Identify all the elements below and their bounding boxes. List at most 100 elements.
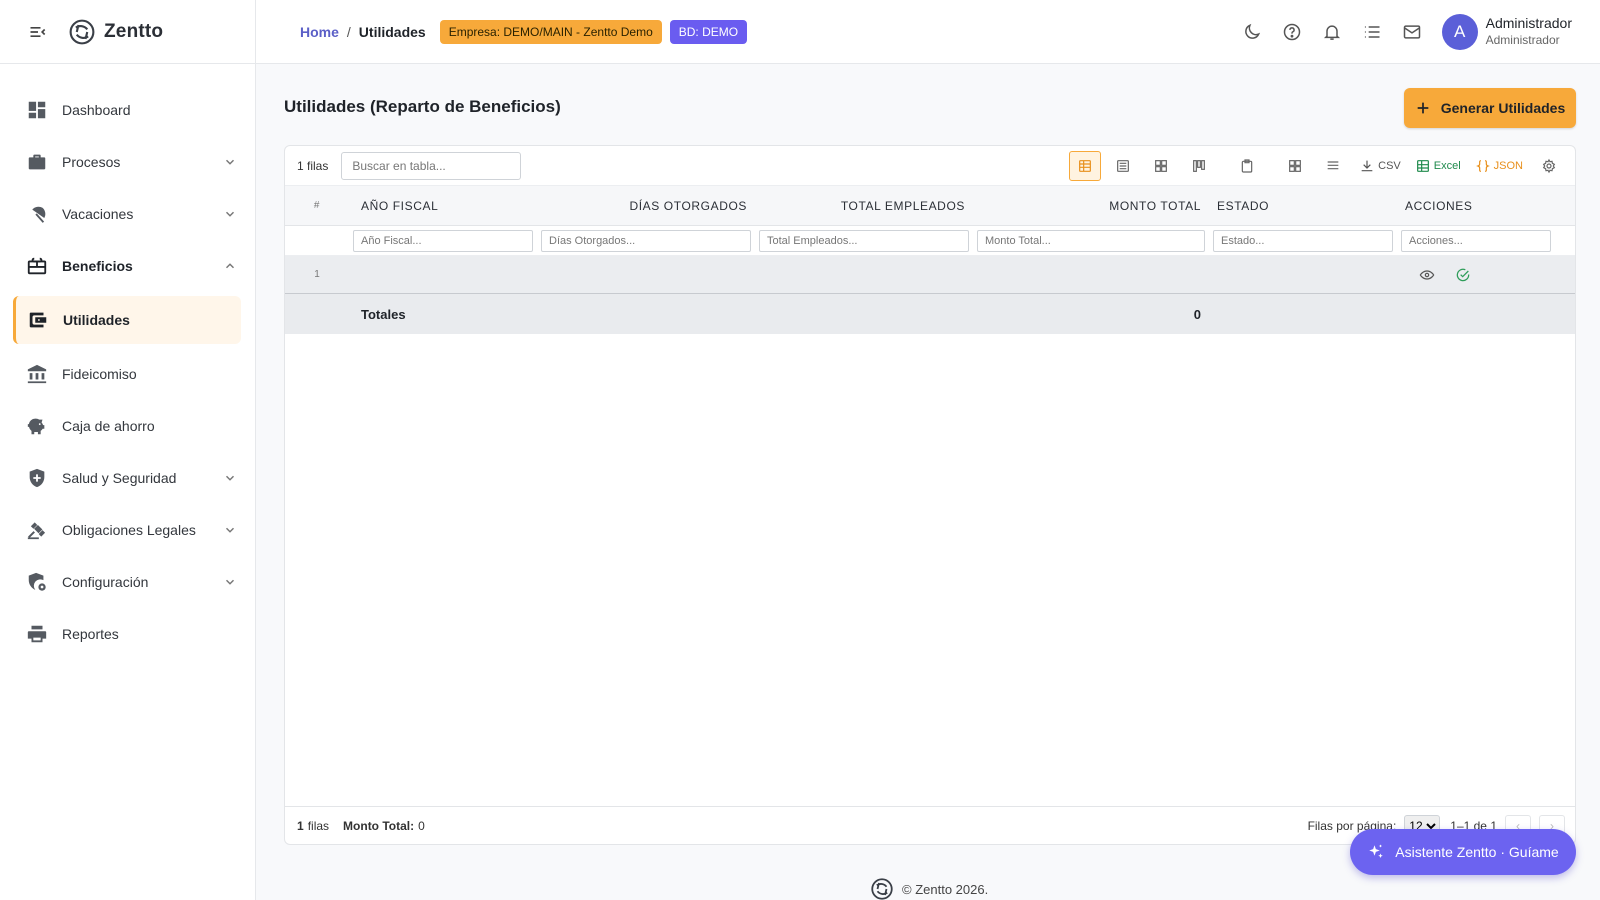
toolbar-actions: CSV Excel JSON xyxy=(1063,146,1565,186)
filter-dias-otorgados-input[interactable] xyxy=(541,229,751,252)
sidebar-nav: Dashboard Procesos Vacaciones Beneficios… xyxy=(0,64,255,660)
column-header-monto-total[interactable]: MONTO TOTAL xyxy=(973,186,1209,225)
view-kanban-button[interactable] xyxy=(1183,151,1215,181)
plus-icon xyxy=(1417,102,1429,114)
sidebar-item-caja-de-ahorro[interactable]: Caja de ahorro xyxy=(0,400,255,452)
moon-icon[interactable] xyxy=(1242,22,1262,42)
filter-acciones-input[interactable] xyxy=(1401,229,1551,252)
column-header-index: # xyxy=(313,200,321,211)
sidebar-item-dashboard[interactable]: Dashboard xyxy=(0,84,255,136)
footer-row-count-word: filas xyxy=(307,818,330,833)
export-csv-button[interactable]: CSV xyxy=(1355,151,1405,181)
sidebar-item-configuracion[interactable]: Configuración xyxy=(0,556,255,608)
generate-utilidades-button[interactable]: Generar Utilidades xyxy=(1404,88,1576,128)
table-row[interactable]: 1 xyxy=(285,256,1575,294)
view-cards-button[interactable] xyxy=(1145,151,1177,181)
totals-empleados-spacer xyxy=(755,294,973,334)
filter-total-empleados-input[interactable] xyxy=(759,229,969,252)
beach-umbrella-icon xyxy=(32,206,46,223)
footer-row-count: 1 xyxy=(297,818,304,833)
sidebar-item-vacaciones[interactable]: Vacaciones xyxy=(0,188,255,240)
topbar-actions: A Administrador Administrador xyxy=(1242,0,1584,64)
grid-settings-button[interactable] xyxy=(1533,151,1565,181)
spreadsheet-icon xyxy=(1416,160,1429,172)
mail-icon[interactable] xyxy=(1402,22,1422,42)
help-icon[interactable] xyxy=(1282,22,1302,42)
sparkles-icon xyxy=(1369,844,1384,858)
totals-index-spacer xyxy=(285,294,349,334)
sidebar-item-salud-y-seguridad[interactable]: Salud y Seguridad xyxy=(0,452,255,504)
braces-icon xyxy=(1475,160,1490,172)
view-detail-button[interactable] xyxy=(1107,151,1139,181)
gift-card-icon xyxy=(27,257,47,275)
sidebar-item-label: Procesos xyxy=(62,154,121,170)
database-badge[interactable]: BD: DEMO xyxy=(669,19,748,44)
column-header-estado[interactable]: ESTADO xyxy=(1209,186,1397,225)
totals-row: Totales 0 xyxy=(285,294,1575,334)
export-json-label: JSON xyxy=(1493,160,1523,172)
sidebar-item-beneficios[interactable]: Beneficios xyxy=(0,240,255,292)
sidebar-item-obligaciones-legales[interactable]: Obligaciones Legales xyxy=(0,504,255,556)
check-circle-icon[interactable] xyxy=(1455,267,1471,283)
generate-button-label: Generar Utilidades xyxy=(1440,100,1566,116)
list-icon[interactable] xyxy=(1362,22,1382,42)
columns-icon xyxy=(1289,160,1302,172)
sidebar-item-label: Vacaciones xyxy=(62,206,134,222)
user-info[interactable]: Administrador Administrador xyxy=(1486,15,1572,49)
brand-header: Zentto xyxy=(0,0,255,64)
eye-icon[interactable] xyxy=(1419,267,1435,283)
table-search-input[interactable] xyxy=(341,151,522,180)
export-excel-button[interactable]: Excel xyxy=(1411,151,1465,181)
column-header-total-empleados[interactable]: TOTAL EMPLEADOS xyxy=(755,186,973,225)
chevron-down-icon xyxy=(225,159,235,165)
filter-estado-input[interactable] xyxy=(1213,229,1393,252)
filter-index-spacer xyxy=(285,226,349,255)
copyright-text: © Zentto 2026. xyxy=(902,881,989,897)
columns-button[interactable] xyxy=(1279,151,1311,181)
breadcrumb-home[interactable]: Home xyxy=(300,24,339,40)
table-view-icon xyxy=(1079,160,1092,172)
cell-estado xyxy=(1209,256,1397,293)
menu-collapse-icon[interactable] xyxy=(28,22,48,42)
copy-button[interactable] xyxy=(1231,151,1263,181)
sidebar-item-label: Salud y Seguridad xyxy=(62,470,177,486)
sidebar-item-label: Obligaciones Legales xyxy=(62,522,196,538)
empresa-badge[interactable]: Empresa: DEMO/MAIN - Zentto Demo xyxy=(439,19,662,44)
avatar[interactable]: A xyxy=(1441,14,1478,50)
topbar: Home / Utilidades Empresa: DEMO/MAIN - Z… xyxy=(256,0,1600,64)
row-count: 1 filas xyxy=(297,158,329,173)
clipboard-icon xyxy=(1241,159,1253,173)
cell-total-empleados xyxy=(755,256,973,293)
sidebar-item-label: Configuración xyxy=(62,574,149,590)
download-icon xyxy=(1361,160,1373,172)
brand-name: Zentto xyxy=(104,20,164,42)
page-footer: © Zentto 2026. xyxy=(870,877,988,900)
export-json-button[interactable]: JSON xyxy=(1471,151,1527,181)
column-header-anio-fiscal[interactable]: AÑO FISCAL xyxy=(349,186,537,225)
filter-anio-fiscal-input[interactable] xyxy=(353,229,533,252)
export-excel-label: Excel xyxy=(1433,160,1461,172)
sidebar-item-utilidades[interactable]: Utilidades xyxy=(13,296,241,344)
shield-gear-icon xyxy=(28,572,46,591)
sidebar-item-label: Beneficios xyxy=(62,258,133,274)
bell-icon[interactable] xyxy=(1322,22,1342,42)
chevron-down-icon xyxy=(225,211,235,217)
bank-icon xyxy=(27,364,47,384)
sidebar-item-fideicomiso[interactable]: Fideicomiso xyxy=(0,348,255,400)
column-header-dias-otorgados[interactable]: DÍAS OTORGADOS xyxy=(537,186,755,225)
grid-toolbar: 1 filas Buscar en tabla... CSV Excel JSO… xyxy=(285,146,1575,186)
zentto-logo-icon xyxy=(871,878,893,900)
filter-monto-total-input[interactable] xyxy=(977,229,1205,252)
view-table-button[interactable] xyxy=(1069,151,1102,181)
sidebar-item-label: Utilidades xyxy=(63,312,130,328)
footer-monto-label: Monto Total: xyxy=(343,818,415,833)
detail-view-icon xyxy=(1117,160,1130,172)
grid-filter-row xyxy=(285,226,1575,256)
density-button[interactable] xyxy=(1317,151,1349,181)
sidebar-item-reportes[interactable]: Reportes xyxy=(0,608,255,660)
cell-acciones xyxy=(1397,256,1551,293)
briefcase-icon xyxy=(28,154,46,170)
user-role: Administrador xyxy=(1485,33,1560,47)
sidebar-item-procesos[interactable]: Procesos xyxy=(0,136,255,188)
assistant-button[interactable]: Asistente Zentto · Guíame xyxy=(1350,829,1576,875)
